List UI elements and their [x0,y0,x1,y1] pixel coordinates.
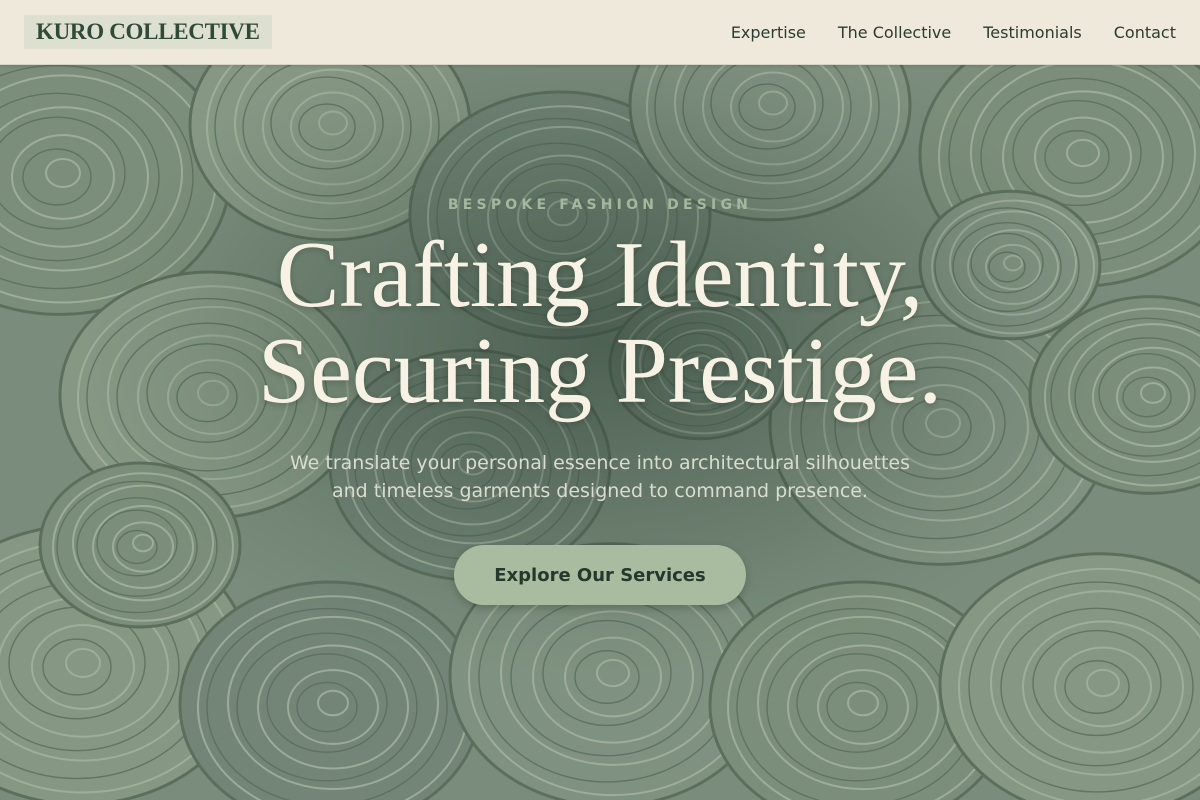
site-header: KURO COLLECTIVE Expertise The Collective… [0,0,1200,65]
hero-subtitle: We translate your personal essence into … [250,449,950,505]
explore-services-button[interactable]: Explore Our Services [454,545,746,605]
hero-subtitle-line-2: and timeless garments designed to comman… [331,480,869,502]
nav-link-expertise[interactable]: Expertise [731,23,806,42]
landing-page: KURO COLLECTIVE Expertise The Collective… [0,0,1200,800]
hero-subtitle-line-1: We translate your personal essence into … [289,452,911,474]
hero-headline-line-1: Crafting Identity, [276,223,924,327]
nav-link-contact[interactable]: Contact [1114,23,1176,42]
hero-eyebrow: BESPOKE FASHION DESIGN [447,197,753,213]
main-nav: Expertise The Collective Testimonials Co… [731,0,1176,64]
hero-content: BESPOKE FASHION DESIGN Crafting Identity… [0,65,1200,605]
nav-link-the-collective[interactable]: The Collective [838,23,951,42]
hero-headline: Crafting Identity, Securing Prestige. [0,227,1200,419]
hero-headline-line-2: Securing Prestige. [258,319,942,423]
brand-logo[interactable]: KURO COLLECTIVE [24,15,272,49]
nav-link-testimonials[interactable]: Testimonials [983,23,1082,42]
